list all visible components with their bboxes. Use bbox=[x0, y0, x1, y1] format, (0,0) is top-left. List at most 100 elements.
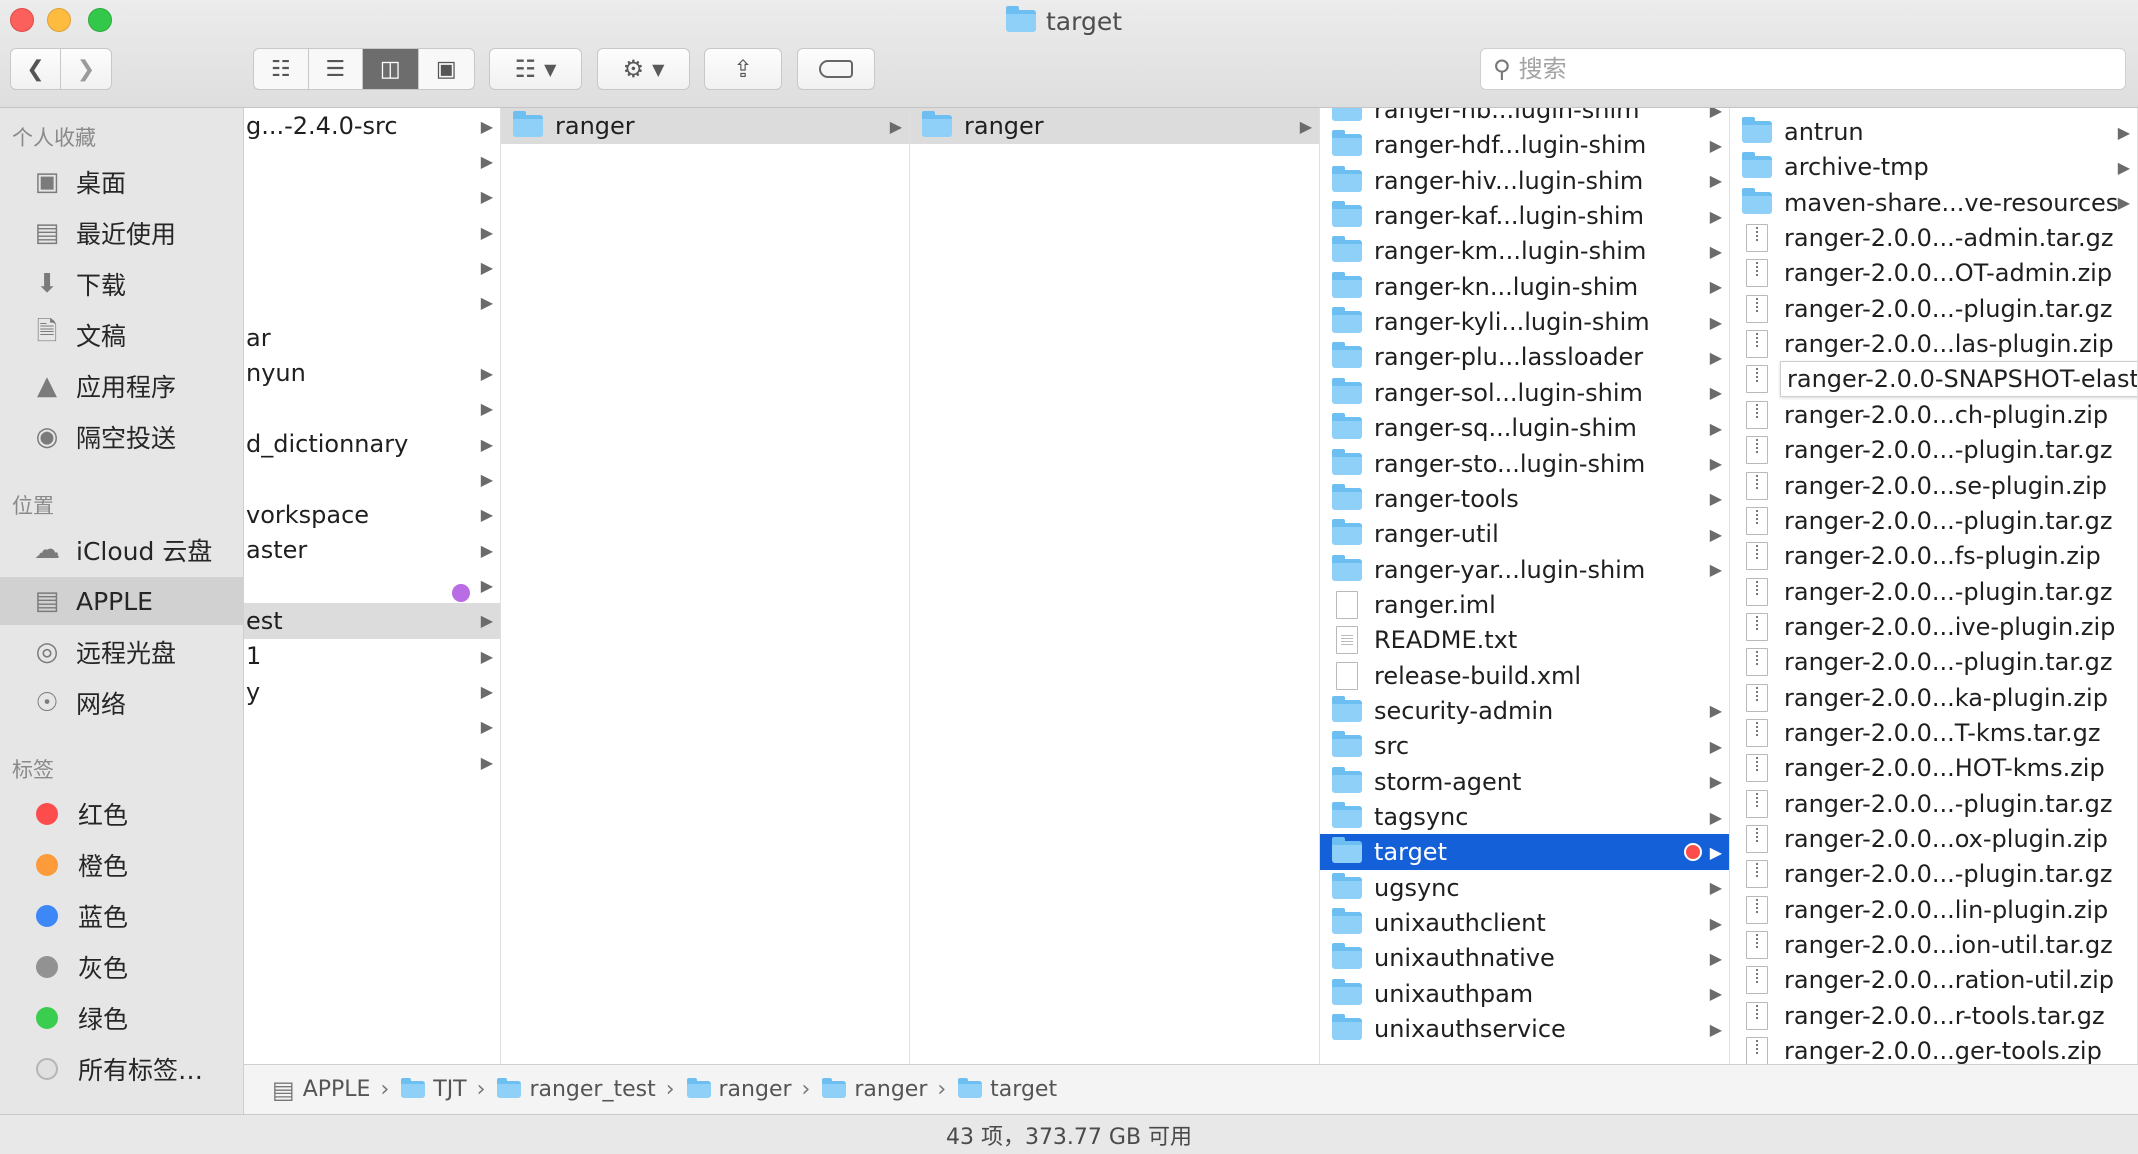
file-row[interactable]: y ▶ bbox=[244, 674, 500, 710]
close-window-button[interactable] bbox=[10, 8, 34, 32]
action-button[interactable]: ⚙ ▼ bbox=[597, 48, 690, 90]
file-row[interactable]: ranger-2.0.0...ion-util.tar.gz bbox=[1730, 927, 2137, 963]
file-row[interactable]: ▶ bbox=[244, 462, 500, 498]
file-row[interactable]: ranger-2.0.0...-plugin.tar.gz bbox=[1730, 856, 2137, 892]
file-row[interactable]: ranger-sq...lugin-shim ▶ bbox=[1320, 410, 1729, 446]
file-row[interactable]: ranger ▶ bbox=[910, 108, 1319, 144]
file-row[interactable]: ranger-kyli...lugin-shim ▶ bbox=[1320, 304, 1729, 340]
file-row[interactable]: ranger-sto...lugin-shim ▶ bbox=[1320, 446, 1729, 482]
file-row[interactable]: ranger-hiv...lugin-shim ▶ bbox=[1320, 163, 1729, 199]
sidebar-tag-item[interactable]: 橙色 bbox=[0, 841, 244, 889]
file-row[interactable]: ar bbox=[244, 320, 500, 356]
file-row[interactable]: ranger-tools ▶ bbox=[1320, 481, 1729, 517]
file-row[interactable]: ranger-2.0.0...-plugin.tar.gz bbox=[1730, 291, 2137, 327]
file-row[interactable]: unixauthservice ▶ bbox=[1320, 1011, 1729, 1047]
file-row[interactable]: ranger-2.0.0...-plugin.tar.gz bbox=[1730, 644, 2137, 680]
file-row[interactable]: ranger-2.0.0...ch-plugin.zip bbox=[1730, 397, 2137, 433]
column-3[interactable]: ranger ▶ bbox=[910, 108, 1320, 1064]
zoom-window-button[interactable] bbox=[88, 8, 112, 32]
breadcrumb-item[interactable]: ranger bbox=[822, 1077, 927, 1102]
file-row[interactable]: 1 ▶ bbox=[244, 638, 500, 674]
file-row[interactable]: ▶ bbox=[244, 744, 500, 780]
sidebar-tag-item[interactable]: 所有标签… bbox=[0, 1045, 244, 1093]
file-row[interactable]: ranger-km...lugin-shim ▶ bbox=[1320, 233, 1729, 269]
file-row[interactable]: unixauthnative ▶ bbox=[1320, 940, 1729, 976]
sidebar-item[interactable]: ☉ 网络 bbox=[0, 679, 244, 727]
file-row[interactable]: ranger-2.0.0...T-kms.tar.gz bbox=[1730, 715, 2137, 751]
file-row[interactable]: nyun ▶ bbox=[244, 355, 500, 391]
file-row[interactable]: ranger-2.0.0...OT-admin.zip bbox=[1730, 255, 2137, 291]
breadcrumb-item[interactable]: target bbox=[958, 1077, 1057, 1102]
share-button[interactable]: ⇪ bbox=[704, 48, 782, 90]
sidebar-item[interactable]: ▲ 应用程序 bbox=[0, 362, 244, 410]
column-4[interactable]: ranger-hb...lugin-shim ▶ ranger-hdf...lugi… bbox=[1320, 108, 1730, 1064]
file-row[interactable]: target ▶ bbox=[1320, 834, 1729, 871]
column-view-button[interactable]: ◫ bbox=[363, 49, 419, 89]
file-row[interactable]: archive-tmp ▶ bbox=[1730, 149, 2137, 185]
file-row[interactable]: ranger-2.0.0...-admin.tar.gz bbox=[1730, 220, 2137, 256]
file-row[interactable]: ranger-util ▶ bbox=[1320, 516, 1729, 552]
column-5[interactable]: antrun ▶ archive-tmp ▶ maven-share...ve-reso… bbox=[1730, 108, 2138, 1064]
file-row[interactable]: est ▶ bbox=[244, 602, 500, 639]
sidebar-item[interactable]: ▤ APPLE bbox=[0, 577, 244, 625]
search-field[interactable]: ⚲ bbox=[1480, 48, 2126, 90]
file-row[interactable]: ranger-2.0.0...ka-plugin.zip bbox=[1730, 680, 2137, 716]
file-row[interactable]: ranger-sol...lugin-shim ▶ bbox=[1320, 375, 1729, 411]
file-row[interactable]: unixauthclient ▶ bbox=[1320, 905, 1729, 941]
column-1[interactable]: g...-2.4.0-src ▶ ▶ ▶ ▶ ▶ ▶ ar nyun ▶ ▶ d_dictionnar… bbox=[244, 108, 501, 1064]
file-row[interactable]: ranger-2.0.0...ox-plugin.zip bbox=[1730, 821, 2137, 857]
sidebar-tag-item[interactable]: 灰色 bbox=[0, 943, 244, 991]
file-row[interactable]: ranger-hb...lugin-shim ▶ bbox=[1320, 108, 1729, 128]
breadcrumb-item[interactable]: ranger bbox=[686, 1077, 792, 1102]
gallery-view-button[interactable]: ▣ bbox=[419, 49, 474, 89]
file-row[interactable]: ugsync ▶ bbox=[1320, 870, 1729, 906]
tag-button[interactable] bbox=[797, 48, 875, 90]
file-row[interactable]: tagsync ▶ bbox=[1320, 799, 1729, 835]
file-row[interactable]: ranger-2.0.0...lin-plugin.zip bbox=[1730, 892, 2137, 928]
file-row[interactable]: ranger-kaf...lugin-shim ▶ bbox=[1320, 198, 1729, 234]
file-row[interactable]: security-admin ▶ bbox=[1320, 693, 1729, 729]
file-row[interactable]: ▶ bbox=[244, 285, 500, 321]
file-row[interactable]: ranger-plu...lassloader ▶ bbox=[1320, 339, 1729, 375]
search-input[interactable] bbox=[1518, 55, 2079, 83]
file-row[interactable]: release-build.xml bbox=[1320, 658, 1729, 694]
sidebar-item[interactable]: 🗎 文稿 bbox=[0, 311, 244, 359]
icon-view-button[interactable]: ☷ bbox=[254, 49, 309, 89]
breadcrumb-item[interactable]: ranger_test bbox=[497, 1077, 656, 1102]
sidebar-item[interactable]: ☁ iCloud 云盘 bbox=[0, 526, 244, 574]
list-view-button[interactable]: ☰ bbox=[309, 49, 363, 89]
file-row[interactable]: ▶ bbox=[244, 391, 500, 427]
file-row[interactable]: ▶ bbox=[244, 214, 500, 250]
sidebar-item[interactable]: ⬇ 下载 bbox=[0, 260, 244, 308]
file-row[interactable]: ranger-2.0.0...-plugin.tar.gz bbox=[1730, 432, 2137, 468]
file-row[interactable]: ranger ▶ bbox=[501, 108, 909, 144]
file-row[interactable]: vorkspace ▶ bbox=[244, 497, 500, 533]
group-button[interactable]: ☷ ▼ bbox=[489, 48, 582, 90]
file-row[interactable]: ranger-2.0.0...-plugin.tar.gz bbox=[1730, 574, 2137, 610]
back-button[interactable]: ❮ bbox=[11, 49, 61, 89]
file-row[interactable]: antrun ▶ bbox=[1730, 114, 2137, 150]
column-2[interactable]: ranger ▶ bbox=[501, 108, 910, 1064]
file-row[interactable]: ▶ bbox=[244, 143, 500, 179]
sidebar-item[interactable]: ◉ 隔空投送 bbox=[0, 413, 244, 461]
sidebar-item[interactable]: ◎ 远程光盘 bbox=[0, 628, 244, 676]
file-row[interactable]: ranger-2.0.0...ger-tools.zip bbox=[1730, 1033, 2137, 1064]
breadcrumb-item[interactable]: ▤ APPLE bbox=[272, 1076, 370, 1104]
file-row[interactable]: ▶ bbox=[244, 179, 500, 215]
file-row[interactable]: ranger.iml bbox=[1320, 587, 1729, 623]
sidebar-tag-item[interactable]: 蓝色 bbox=[0, 892, 244, 940]
file-row[interactable]: ranger-2.0.0...fs-plugin.zip bbox=[1730, 538, 2137, 574]
file-row[interactable]: ▶ bbox=[244, 709, 500, 745]
file-row[interactable]: aster ▶ bbox=[244, 532, 500, 568]
sidebar-tag-item[interactable]: 绿色 bbox=[0, 994, 244, 1042]
file-row[interactable]: storm-agent ▶ bbox=[1320, 764, 1729, 800]
minimize-window-button[interactable] bbox=[47, 8, 71, 32]
sidebar-tag-item[interactable]: 红色 bbox=[0, 790, 244, 838]
file-row[interactable]: d_dictionnary ▶ bbox=[244, 426, 500, 462]
forward-button[interactable]: ❯ bbox=[61, 49, 111, 89]
file-row[interactable]: README.txt bbox=[1320, 622, 1729, 658]
sidebar-item[interactable]: ▤ 最近使用 bbox=[0, 209, 244, 257]
file-row[interactable]: ranger-2.0.0...las-plugin.zip bbox=[1730, 326, 2137, 362]
breadcrumb-item[interactable]: TJT bbox=[401, 1077, 467, 1102]
file-row[interactable]: unixauthpam ▶ bbox=[1320, 976, 1729, 1012]
